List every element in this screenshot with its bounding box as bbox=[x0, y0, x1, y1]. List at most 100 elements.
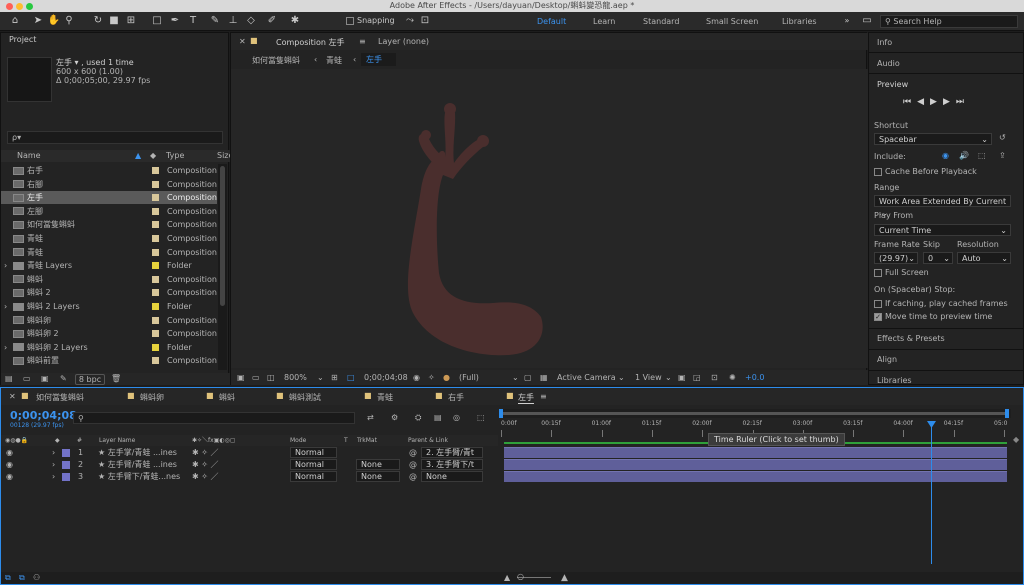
layer-label-swatch[interactable] bbox=[62, 449, 70, 457]
project-item-row[interactable]: 右腳 Composition bbox=[1, 178, 217, 191]
snapshot-icon[interactable]: ◉ bbox=[413, 370, 420, 385]
label-color-swatch[interactable] bbox=[152, 303, 159, 310]
transfer-controls-icon[interactable]: ⧉ bbox=[19, 572, 25, 584]
layer-switches-icon[interactable]: ⧉ bbox=[5, 572, 11, 584]
info-panel-tab[interactable]: Info bbox=[877, 38, 892, 47]
timeline-layer-row[interactable]: ◉ › 1 ★ 左手掌/青蛙 ...ines ✱ ✧ ／ Normal @2. 左手臂/青t bbox=[1, 447, 498, 459]
workspace-default[interactable]: Default bbox=[537, 16, 566, 27]
project-item-row[interactable]: 青蛙 Composition bbox=[1, 232, 217, 245]
shy-icon[interactable]: ⛭ bbox=[415, 413, 421, 423]
layer-label-swatch[interactable] bbox=[62, 461, 70, 469]
resolution-dropdown[interactable]: (Full) bbox=[459, 370, 479, 385]
comp-marker-icon[interactable]: ◆ bbox=[1013, 435, 1019, 444]
timeline-tab-menu-icon[interactable]: ≡ bbox=[540, 392, 547, 401]
project-item-row[interactable]: 如何當隻蝌蚪 Composition bbox=[1, 218, 217, 231]
clone-stamp-tool-icon[interactable]: ⊥ bbox=[226, 14, 240, 28]
grid-options-icon[interactable]: ⊞ bbox=[331, 370, 338, 385]
cached-frames-checkbox[interactable]: If caching, play cached frames bbox=[874, 299, 1008, 308]
label-tag-icon[interactable]: ◆ bbox=[150, 150, 156, 162]
expand-arrow-icon[interactable]: › bbox=[52, 459, 55, 471]
preview-panel-title[interactable]: Preview bbox=[877, 80, 908, 89]
flowchart-icon[interactable]: ⊡ bbox=[711, 370, 718, 385]
exposure-value[interactable]: +0.0 bbox=[745, 370, 764, 385]
next-frame-icon[interactable]: ▶ bbox=[943, 97, 956, 107]
eraser-tool-icon[interactable]: ◇ bbox=[244, 14, 258, 28]
project-item-row[interactable]: › 青蛙 Layers Folder bbox=[1, 259, 217, 272]
include-audio-icon[interactable]: 🔊 bbox=[959, 151, 969, 160]
zoom-window-icon[interactable] bbox=[26, 3, 33, 10]
draft-3d-icon[interactable]: ⚙ bbox=[391, 413, 398, 422]
snap-grid-icon[interactable]: ⊡ bbox=[418, 14, 432, 28]
eye-visibility-icon[interactable]: ◉ bbox=[6, 471, 13, 483]
project-item-row[interactable]: 左手 Composition bbox=[1, 191, 217, 205]
interpret-footage-icon[interactable]: ▤ bbox=[5, 373, 13, 385]
project-item-row[interactable]: 左腳 Composition bbox=[1, 205, 217, 218]
eye-visibility-icon[interactable]: ◉ bbox=[6, 459, 13, 471]
timeline-tab-5[interactable]: 青蛙 bbox=[377, 392, 393, 403]
project-item-row[interactable]: 右手 Composition bbox=[1, 164, 217, 177]
type-column[interactable]: Type bbox=[166, 150, 184, 162]
timeline-tab-7[interactable]: 左手 bbox=[518, 392, 534, 404]
zoom-in-icon[interactable]: ▲ bbox=[561, 572, 568, 584]
resolution-dropdown-preview[interactable]: Auto ⌄ bbox=[957, 252, 1011, 264]
work-area-bar[interactable] bbox=[499, 409, 1011, 418]
label-color-swatch[interactable] bbox=[152, 207, 159, 215]
blend-mode-dropdown[interactable]: Normal bbox=[290, 471, 337, 482]
timeline-current-time[interactable]: 0;00;04;08 bbox=[10, 409, 77, 422]
blend-mode-dropdown[interactable]: Normal bbox=[290, 459, 337, 470]
close-window-icon[interactable] bbox=[6, 3, 13, 10]
current-time-display[interactable]: 0;00;04;08 bbox=[364, 370, 408, 385]
brush-tool-icon[interactable]: ✎ bbox=[208, 14, 222, 28]
minimize-window-icon[interactable] bbox=[16, 3, 23, 10]
crumb-frog[interactable]: 青蛙 bbox=[326, 55, 342, 66]
trkmat-dropdown[interactable]: None bbox=[356, 459, 400, 470]
project-item-row[interactable]: 蝌蚪前置 Composition bbox=[1, 354, 217, 367]
range-dropdown[interactable]: Work Area Extended By Current ... bbox=[874, 195, 1011, 217]
workspace-libraries[interactable]: Libraries bbox=[782, 16, 817, 27]
workspace-small-screen[interactable]: Small Screen bbox=[706, 16, 758, 27]
label-color-swatch[interactable] bbox=[152, 221, 159, 229]
label-color-swatch[interactable] bbox=[152, 330, 159, 338]
new-composition-icon[interactable]: ▣ bbox=[41, 373, 49, 385]
workspace-menu-icon[interactable]: » bbox=[840, 14, 854, 28]
prev-frame-icon[interactable]: ◀ bbox=[917, 97, 930, 107]
last-frame-icon[interactable]: ⏭ bbox=[956, 97, 970, 107]
blend-mode-dropdown[interactable]: Normal bbox=[290, 447, 337, 458]
comp-mini-flowchart-icon[interactable]: ⇄ bbox=[367, 413, 374, 422]
work-area-range[interactable] bbox=[501, 412, 1007, 415]
puppet-tool-icon[interactable]: ✱ bbox=[288, 14, 302, 28]
parent-dropdown[interactable]: 2. 左手臂/青t bbox=[421, 447, 483, 458]
stretch-icon[interactable]: ⚇ bbox=[33, 572, 40, 584]
layer-name[interactable]: ★ 左手掌/青蛙 ...ines bbox=[98, 447, 177, 459]
comp-tab-menu-icon[interactable]: ≡ bbox=[359, 37, 366, 46]
timeline-tab-1[interactable]: 如何當隻蝌蚪 bbox=[36, 392, 84, 403]
fast-draft-icon[interactable]: ◲ bbox=[693, 370, 701, 385]
work-area-start-handle[interactable] bbox=[499, 409, 503, 418]
timeline-tab-2[interactable]: 蝌蚪卵 bbox=[140, 392, 164, 403]
project-item-row[interactable]: 蝌蚪 2 Composition bbox=[1, 286, 217, 299]
new-folder-icon[interactable]: ▭ bbox=[23, 373, 31, 385]
close-tab-icon[interactable]: ✕ bbox=[9, 392, 16, 401]
crumb-left-hand[interactable]: 左手 bbox=[361, 53, 396, 66]
label-color-swatch[interactable] bbox=[152, 343, 159, 351]
workspace-standard[interactable]: Standard bbox=[643, 16, 679, 27]
pan-behind-tool-icon[interactable]: ⊞ bbox=[124, 14, 138, 28]
timeline-search-input[interactable]: ⚲ bbox=[73, 412, 355, 424]
composition-viewport[interactable] bbox=[231, 69, 868, 368]
sort-arrow-icon[interactable]: ▲ bbox=[135, 150, 141, 162]
search-help-input[interactable]: ⚲ Search Help bbox=[880, 15, 1018, 28]
frame-rate-dropdown[interactable]: (29.97) ⌄ bbox=[874, 252, 918, 264]
hand-tool-icon[interactable]: ✋ bbox=[47, 14, 61, 28]
project-item-row[interactable]: 蝌蚪 Composition bbox=[1, 273, 217, 286]
close-tab-icon[interactable]: ✕ bbox=[239, 37, 246, 46]
play-icon[interactable]: ▶ bbox=[930, 97, 943, 107]
delete-icon[interactable]: 🗑 bbox=[111, 373, 121, 385]
timeline-layer-row[interactable]: ◉ › 2 ★ 左手臂/青蛙 ...ines ✱ ✧ ／ Normal None @3. 左手… bbox=[1, 459, 498, 471]
bpc-button[interactable]: 8 bpc bbox=[75, 374, 105, 385]
first-frame-icon[interactable]: ⏮ bbox=[903, 97, 917, 107]
libraries-tab[interactable]: Libraries bbox=[877, 376, 912, 385]
work-area-end-handle[interactable] bbox=[1005, 409, 1009, 418]
include-overlays-icon[interactable]: ⬚ bbox=[978, 151, 986, 160]
layer-tab[interactable]: Layer (none) bbox=[378, 37, 429, 46]
layer-name[interactable]: ★ 左手臂下/青蛙...nes bbox=[98, 471, 180, 483]
